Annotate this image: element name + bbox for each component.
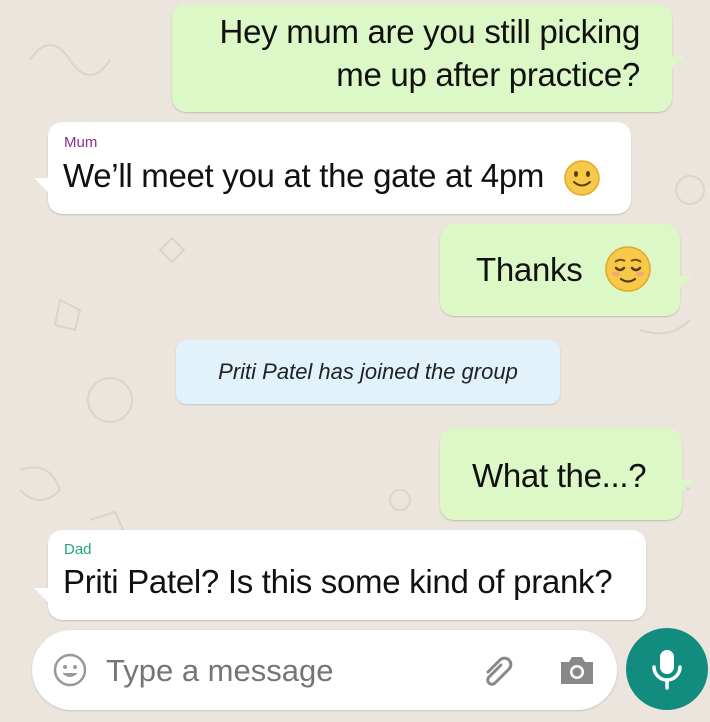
sender-name: Dad (64, 541, 92, 558)
message-input[interactable] (104, 646, 468, 696)
message-text: What the...? (472, 457, 647, 494)
microphone-icon (652, 650, 682, 690)
message-text: We’ll meet you at the gate at 4pm (63, 157, 545, 194)
sender-name: Mum (64, 134, 98, 151)
slightly-smiling-face-icon (564, 160, 600, 196)
system-message: Priti Patel has joined the group (176, 340, 560, 404)
bubble-tail (34, 178, 50, 194)
message-text: Thanks (476, 251, 583, 288)
bubble-tail (676, 276, 692, 292)
emoji-icon[interactable] (52, 652, 88, 688)
message-text: Hey mum are you still picking (219, 13, 641, 50)
attachment-icon[interactable] (478, 650, 520, 692)
message-text: me up after practice? (336, 56, 640, 93)
message-text: Priti Patel? Is this some kind of prank? (63, 563, 613, 600)
relieved-face-icon (605, 246, 651, 292)
bubble-tail (34, 588, 50, 604)
voice-message-button[interactable] (626, 628, 708, 710)
bubble-tail (678, 480, 694, 496)
camera-icon[interactable] (557, 652, 597, 688)
bubble-tail (668, 56, 684, 72)
